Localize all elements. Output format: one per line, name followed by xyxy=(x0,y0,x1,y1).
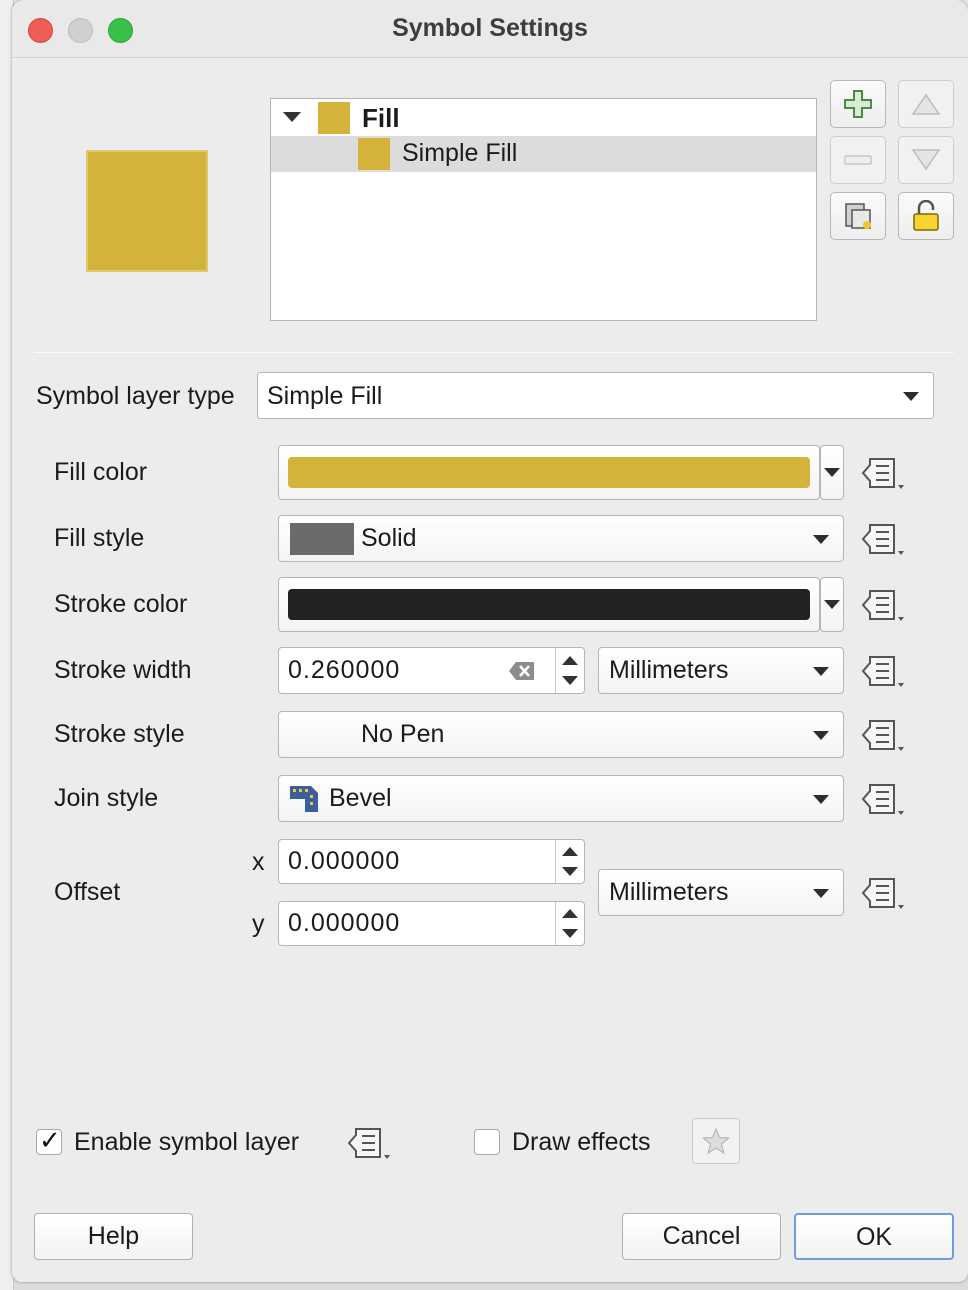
tree-item-label: Simple Fill xyxy=(402,139,518,167)
data-defined-override-icon[interactable] xyxy=(860,717,904,753)
stroke-width-spinbox[interactable]: 0.260000 xyxy=(278,647,585,694)
spin-up-icon[interactable] xyxy=(562,847,578,856)
stroke-color-label: Stroke color xyxy=(54,590,188,618)
arrow-down-icon xyxy=(911,149,941,171)
data-defined-override-icon[interactable] xyxy=(860,875,904,911)
fill-color-swatch xyxy=(288,457,810,488)
fill-style-value: Solid xyxy=(361,524,417,552)
stroke-width-label: Stroke width xyxy=(54,656,192,684)
chevron-down-icon xyxy=(813,731,829,740)
spin-arrows[interactable] xyxy=(555,840,584,883)
window-title: Symbol Settings xyxy=(392,14,588,42)
spin-arrows[interactable] xyxy=(555,902,584,945)
star-icon xyxy=(702,1127,730,1155)
tree-item-simple-fill[interactable]: Simple Fill xyxy=(271,136,816,172)
cancel-button[interactable]: Cancel xyxy=(622,1213,781,1260)
fill-color-label: Fill color xyxy=(54,458,148,486)
stroke-color-swatch xyxy=(288,589,810,620)
chevron-down-icon xyxy=(824,468,840,477)
offset-x-spinbox[interactable]: 0.000000 xyxy=(278,839,585,884)
move-down-button[interactable] xyxy=(898,136,954,184)
data-defined-override-icon[interactable] xyxy=(860,653,904,689)
symbol-layer-tree[interactable]: Fill Simple Fill xyxy=(270,98,817,321)
chevron-down-icon xyxy=(813,795,829,804)
data-defined-override-icon[interactable] xyxy=(860,521,904,557)
offset-y-spinbox[interactable]: 0.000000 xyxy=(278,901,585,946)
arrow-up-icon xyxy=(911,93,941,115)
duplicate-icon xyxy=(845,203,871,229)
add-layer-button[interactable] xyxy=(830,80,886,128)
unlock-icon xyxy=(913,200,939,231)
offset-y-value: 0.000000 xyxy=(288,909,401,937)
spin-down-icon[interactable] xyxy=(562,867,578,876)
data-defined-override-icon[interactable] xyxy=(860,455,904,491)
offset-unit-combo[interactable]: Millimeters xyxy=(598,869,844,916)
chevron-down-icon xyxy=(813,667,829,676)
stroke-width-unit-combo[interactable]: Millimeters xyxy=(598,647,844,694)
fill-color-swatch-icon xyxy=(318,102,350,134)
spin-arrows[interactable] xyxy=(555,648,584,693)
move-up-button[interactable] xyxy=(898,80,954,128)
chevron-down-icon xyxy=(813,535,829,544)
effects-button[interactable] xyxy=(692,1118,740,1164)
spin-down-icon[interactable] xyxy=(562,676,578,685)
symbol-layer-type-combo[interactable]: Simple Fill xyxy=(257,372,934,419)
fill-style-combo[interactable]: Solid xyxy=(278,515,844,562)
stroke-width-unit-value: Millimeters xyxy=(609,656,729,684)
data-defined-override-icon[interactable] xyxy=(346,1125,390,1161)
fill-style-label: Fill style xyxy=(54,524,145,552)
draw-effects-label[interactable]: Draw effects xyxy=(512,1128,650,1157)
stroke-style-value: No Pen xyxy=(361,720,445,748)
offset-unit-value: Millimeters xyxy=(609,878,729,906)
fill-color-button[interactable] xyxy=(278,445,820,500)
section-divider xyxy=(34,352,954,353)
offset-x-value: 0.000000 xyxy=(288,847,401,875)
clear-icon[interactable] xyxy=(508,661,536,681)
join-style-combo[interactable]: Bevel xyxy=(278,775,844,822)
bevel-join-icon xyxy=(290,786,318,812)
symbol-layer-type-value: Simple Fill xyxy=(267,382,383,410)
spin-up-icon[interactable] xyxy=(562,909,578,918)
symbol-layer-type-label: Symbol layer type xyxy=(36,382,235,410)
checkmark-icon: ✓ xyxy=(39,1125,61,1155)
chevron-down-icon xyxy=(813,889,829,898)
join-style-label: Join style xyxy=(54,784,159,812)
fill-color-swatch-icon xyxy=(358,138,390,170)
fill-color-menu-button[interactable] xyxy=(820,445,844,500)
lock-layer-button[interactable] xyxy=(898,192,954,240)
symbol-settings-dialog: Symbol Settings Fill Simple Fill Symbol … xyxy=(12,0,968,1282)
data-defined-override-icon[interactable] xyxy=(860,781,904,817)
data-defined-override-icon[interactable] xyxy=(860,587,904,623)
stroke-style-label: Stroke style xyxy=(54,720,185,748)
title-bar: Symbol Settings xyxy=(12,0,968,58)
stroke-style-combo[interactable]: No Pen xyxy=(278,711,844,758)
offset-x-label: x xyxy=(252,848,265,876)
plus-icon xyxy=(844,90,872,118)
tree-item-fill[interactable]: Fill xyxy=(271,99,816,135)
stroke-width-value: 0.260000 xyxy=(288,656,401,684)
duplicate-layer-button[interactable] xyxy=(830,192,886,240)
expand-arrow-icon[interactable] xyxy=(283,112,301,122)
join-style-value: Bevel xyxy=(329,784,392,812)
help-button[interactable]: Help xyxy=(34,1213,193,1260)
offset-label: Offset xyxy=(54,878,121,906)
ok-button[interactable]: OK xyxy=(794,1213,954,1260)
chevron-down-icon xyxy=(903,392,919,401)
enable-symbol-layer-checkbox[interactable]: ✓ xyxy=(36,1125,62,1155)
draw-effects-checkbox[interactable] xyxy=(474,1129,500,1155)
spin-down-icon[interactable] xyxy=(562,929,578,938)
symbol-preview xyxy=(86,150,208,272)
tree-item-label: Fill xyxy=(362,103,400,133)
stroke-color-button[interactable] xyxy=(278,577,820,632)
minus-icon xyxy=(844,155,872,165)
offset-y-label: y xyxy=(252,910,265,938)
chevron-down-icon xyxy=(824,600,840,609)
stroke-color-menu-button[interactable] xyxy=(820,577,844,632)
remove-layer-button[interactable] xyxy=(830,136,886,184)
solid-fill-icon xyxy=(290,523,354,555)
spin-up-icon[interactable] xyxy=(562,656,578,665)
enable-symbol-layer-label[interactable]: Enable symbol layer xyxy=(74,1128,299,1157)
